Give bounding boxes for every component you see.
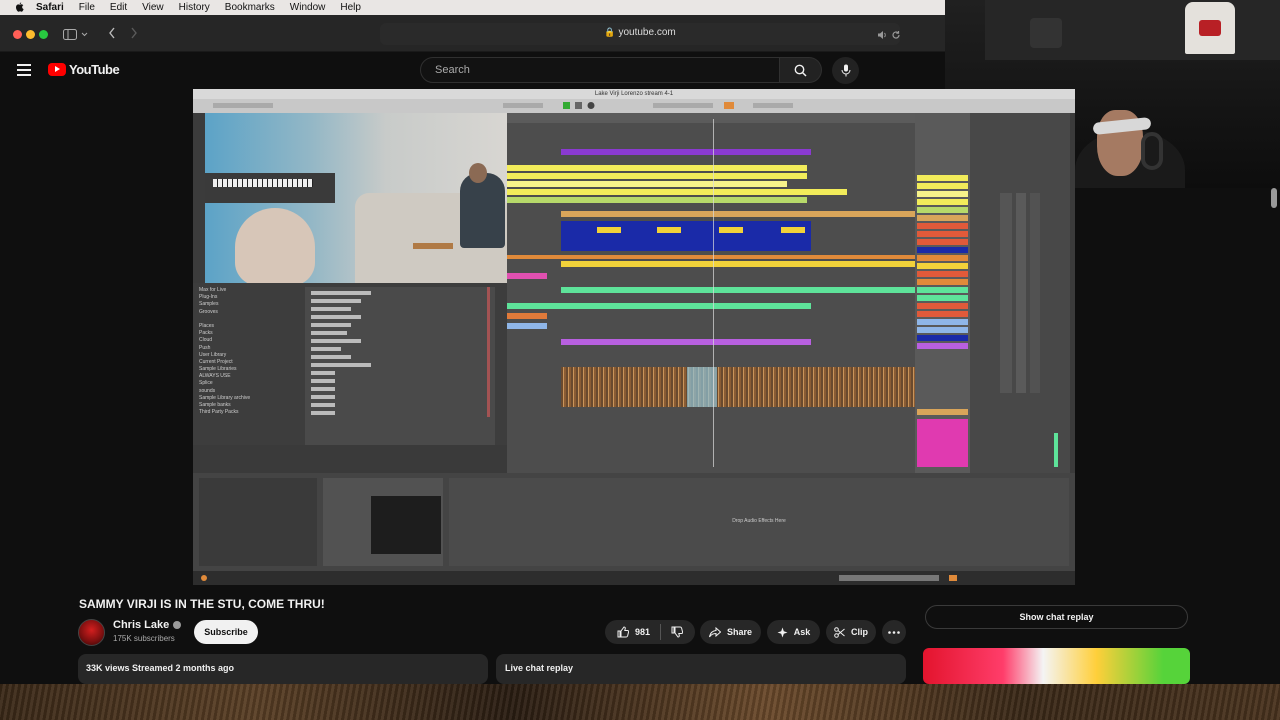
view-count-and-date: 33K views Streamed 2 months ago [86, 663, 235, 673]
youtube-logo-text: YouTube [69, 62, 120, 77]
dislike-button[interactable] [671, 626, 684, 638]
zoom-window-button[interactable] [39, 30, 48, 39]
menu-safari[interactable]: Safari [36, 2, 64, 13]
video-player[interactable]: Lake Virji Lorenzo stream 4-1 Max for Li… [193, 89, 1075, 585]
share-button[interactable]: Share [700, 620, 761, 644]
scissors-icon [834, 626, 845, 638]
live-chat-replay-panel[interactable]: Live chat replay [496, 654, 906, 684]
reload-icon[interactable] [891, 27, 901, 45]
daw-track-names [915, 113, 970, 473]
mac-menu-bar: Safari File Edit View History Bookmarks … [0, 0, 945, 15]
search-box [420, 57, 780, 83]
menu-icon[interactable] [17, 64, 31, 76]
apple-logo-icon[interactable] [12, 2, 26, 13]
forward-button[interactable] [130, 26, 142, 42]
promo-thumbnail[interactable] [923, 648, 1190, 684]
channel-name-text: Chris Lake [113, 619, 170, 631]
chevron-left-icon [109, 27, 115, 39]
url-text: youtube.com [618, 27, 676, 38]
menu-edit[interactable]: Edit [110, 2, 127, 13]
thumbs-up-icon [617, 626, 629, 638]
menu-window[interactable]: Window [290, 2, 326, 13]
back-button[interactable] [108, 26, 120, 42]
daw-device-panel [323, 478, 443, 566]
search-button[interactable] [780, 57, 822, 83]
subscriber-count: 175K subscribers [113, 634, 175, 643]
safari-toolbar: 🔒 youtube.com [0, 15, 945, 52]
menu-bookmarks[interactable]: Bookmarks [225, 2, 275, 13]
like-button[interactable]: 981 [617, 626, 650, 638]
ask-button[interactable]: Ask [767, 620, 820, 644]
daw-status-bar [193, 571, 1075, 585]
daw-effects-drop-area: Drop Audio Effects Here [449, 478, 1069, 566]
description-box[interactable]: 33K views Streamed 2 months ago [78, 654, 488, 684]
youtube-header: YouTube [0, 52, 945, 88]
clip-button[interactable]: Clip [826, 620, 876, 644]
drop-effects-text: Drop Audio Effects Here [732, 518, 786, 524]
address-bar[interactable]: 🔒 youtube.com [380, 23, 900, 45]
live-chat-replay-label: Live chat replay [505, 663, 574, 673]
lock-icon: 🔒 [604, 27, 616, 37]
daw-project-title: Lake Virji Lorenzo stream 4-1 [594, 91, 674, 97]
channel-name[interactable]: Chris Lake [113, 619, 182, 631]
audio-waveform-clip [561, 367, 917, 407]
subscribe-button[interactable]: Subscribe [194, 620, 258, 644]
close-window-button[interactable] [13, 30, 22, 39]
daw-info-view [199, 478, 317, 566]
menu-help[interactable]: Help [340, 2, 361, 13]
microphone-icon [841, 64, 850, 77]
thumbs-down-icon [671, 626, 684, 638]
minimize-window-button[interactable] [26, 30, 35, 39]
like-divider [660, 624, 662, 640]
like-count: 981 [634, 627, 651, 637]
ask-label: Ask [793, 627, 811, 637]
show-chat-replay-button[interactable]: Show chat replay [925, 605, 1188, 629]
more-actions-button[interactable] [882, 620, 906, 644]
search-input[interactable] [435, 64, 765, 76]
menu-file[interactable]: File [79, 2, 95, 13]
sidebar-icon [63, 28, 77, 40]
share-label: Share [726, 627, 752, 637]
daw-arrangement-view [507, 113, 915, 473]
voice-search-button[interactable] [832, 57, 859, 84]
chevron-down-icon [81, 32, 88, 36]
clip-label: Clip [851, 627, 868, 637]
daw-groove-pool [193, 445, 507, 473]
share-icon [708, 626, 721, 637]
studio-webcam-feed [205, 113, 507, 283]
video-title: SAMMY VIRJI IS IN THE STU, COME THRU! [79, 597, 325, 611]
daw-transport-bar [193, 99, 1075, 113]
verified-icon [173, 621, 182, 629]
channel-avatar[interactable] [78, 619, 105, 646]
physical-desk-background [0, 684, 1280, 720]
speaker-icon[interactable] [877, 27, 887, 45]
daw-mixer [970, 113, 1070, 473]
like-dislike-group: 981 [605, 620, 695, 644]
youtube-play-icon [48, 63, 66, 76]
menu-history[interactable]: History [179, 2, 210, 13]
search-icon [794, 64, 807, 77]
sparkle-icon [777, 627, 788, 637]
chevron-right-icon [131, 27, 137, 39]
daw-titlebar: Lake Virji Lorenzo stream 4-1 [193, 89, 1075, 99]
menu-view[interactable]: View [142, 2, 164, 13]
more-horizontal-icon [888, 630, 900, 634]
sidebar-toggle-button[interactable] [63, 26, 93, 42]
playhead [713, 119, 714, 467]
youtube-logo[interactable]: YouTube [48, 62, 120, 77]
page-scrollbar[interactable] [1271, 188, 1277, 208]
